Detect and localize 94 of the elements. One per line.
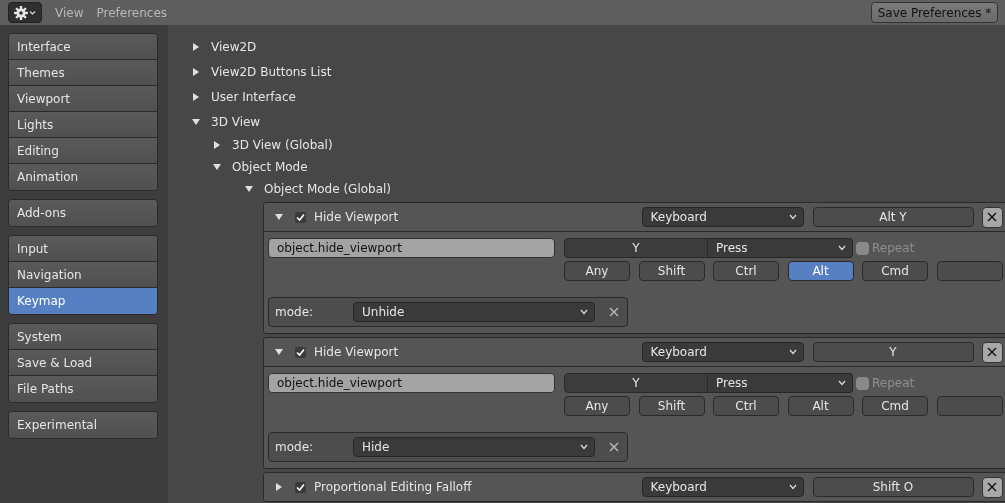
modifier-toggle[interactable]: Alt	[787, 396, 854, 416]
tree-label: User Interface	[211, 89, 296, 104]
remove-button[interactable]	[981, 341, 1003, 363]
modifier-toggle[interactable]: Alt	[787, 261, 854, 281]
modifier-toggle[interactable]: Ctrl	[713, 261, 779, 281]
sidebar-tab[interactable]: Navigation	[9, 262, 157, 288]
repeat-label: Repeat	[872, 241, 915, 255]
chevron-down-icon	[580, 444, 588, 450]
modifier-toggle[interactable]: Shift	[638, 396, 705, 416]
tree-item[interactable]: Object Mode	[168, 156, 1005, 178]
checkbox[interactable]	[295, 346, 306, 358]
disclosure-triangle-icon	[213, 141, 221, 149]
shortcut-button[interactable]: Alt Y	[812, 207, 974, 227]
chevron-down-icon	[580, 309, 588, 315]
chevron-down-icon	[788, 484, 797, 490]
disclosure-triangle-icon	[192, 67, 200, 76]
sidebar-tab[interactable]: Save & Load	[9, 350, 157, 376]
tree-item[interactable]: User Interface	[168, 84, 1005, 109]
input-type-dropdown[interactable]: Keyboard	[641, 207, 804, 227]
expand-arrow-icon[interactable]	[275, 213, 283, 221]
input-type-dropdown[interactable]: Keyboard	[641, 342, 804, 362]
keymap-item-name: Hide Viewport	[314, 345, 400, 359]
disclosure-triangle-icon	[245, 185, 253, 193]
tree-item[interactable]: 3D View (Global)	[168, 134, 1005, 156]
event-dropdown[interactable]: Press	[708, 238, 853, 258]
tree-item[interactable]: View2D Buttons List	[168, 59, 1005, 84]
key-modifier-field[interactable]	[936, 396, 1003, 416]
sidebar-tab[interactable]: Interface	[9, 34, 157, 60]
modifier-toggle[interactable]: Ctrl	[713, 396, 779, 416]
tree-label: Object Mode	[232, 160, 308, 174]
close-icon	[987, 482, 997, 492]
tree-label: 3D View	[211, 114, 261, 129]
close-icon[interactable]	[609, 307, 619, 317]
sidebar-tab[interactable]: File Paths	[9, 376, 157, 402]
tree-label: Object Mode (Global)	[264, 182, 392, 196]
input-type-dropdown[interactable]: Keyboard	[641, 477, 804, 497]
tree-item[interactable]: View2D	[168, 34, 1005, 59]
sidebar-tab[interactable]: Viewport	[9, 86, 157, 112]
close-icon	[987, 212, 997, 222]
expand-arrow-icon[interactable]	[275, 483, 283, 491]
sidebar-tab[interactable]: Add-ons	[9, 200, 157, 226]
tree-item[interactable]: Object Mode (Global)	[168, 178, 1005, 200]
modifier-toggle[interactable]: Cmd	[862, 261, 928, 281]
sidebar-tab[interactable]: Editing	[9, 138, 157, 164]
sidebar-tab[interactable]: Themes	[9, 60, 157, 86]
repeat-label: Repeat	[872, 376, 915, 390]
shortcut-button[interactable]: Y	[812, 342, 974, 362]
disclosure-triangle-icon	[192, 42, 200, 51]
key-button[interactable]: Y	[564, 373, 708, 393]
repeat-checkbox[interactable]	[856, 241, 869, 255]
sidebar-tab[interactable]: System	[9, 324, 157, 350]
disclosure-triangle-icon	[192, 92, 200, 101]
key-button[interactable]: Y	[564, 238, 708, 258]
sidebar-tab[interactable]: Animation	[9, 164, 157, 190]
property-dropdown[interactable]: Hide	[353, 437, 595, 457]
keymap-item-name: Hide Viewport	[314, 210, 400, 224]
tree-label: View2D Buttons List	[211, 64, 332, 79]
repeat-checkbox[interactable]	[856, 376, 869, 390]
property-label: mode:	[275, 440, 315, 454]
tree-label: View2D	[211, 39, 257, 54]
property-dropdown[interactable]: Unhide	[353, 302, 595, 322]
key-modifier-field[interactable]	[936, 261, 1003, 281]
remove-button[interactable]	[981, 206, 1003, 228]
event-dropdown[interactable]: Press	[708, 373, 853, 393]
close-icon	[987, 347, 997, 357]
gear-icon	[13, 4, 37, 21]
modifier-toggle[interactable]: Any	[564, 261, 630, 281]
tree-label: 3D View (Global)	[232, 138, 333, 152]
property-label: mode:	[275, 305, 315, 319]
remove-button[interactable]	[981, 476, 1003, 498]
editor-type-button[interactable]	[8, 2, 42, 23]
chevron-down-icon	[788, 214, 797, 220]
keymap-item-name: Proportional Editing Falloff	[314, 480, 473, 494]
modifier-toggle[interactable]: Any	[564, 396, 630, 416]
expand-arrow-icon[interactable]	[275, 348, 283, 356]
modifier-toggle[interactable]: Shift	[638, 261, 705, 281]
sidebar-tab[interactable]: Experimental	[9, 412, 157, 438]
disclosure-triangle-icon	[192, 117, 200, 126]
operator-field[interactable]: object.hide_viewport	[268, 373, 555, 393]
disclosure-triangle-icon	[213, 163, 221, 171]
tree-item[interactable]: 3D View	[168, 109, 1005, 134]
operator-field[interactable]: object.hide_viewport	[268, 238, 555, 258]
chevron-down-icon	[838, 380, 846, 386]
sidebar-tab[interactable]: Input	[9, 236, 157, 262]
sidebar-tab[interactable]: Lights	[9, 112, 157, 138]
chevron-down-icon	[788, 349, 797, 355]
sidebar-tab[interactable]: Keymap	[9, 288, 157, 314]
checkbox[interactable]	[295, 211, 306, 223]
close-icon[interactable]	[609, 442, 619, 452]
shortcut-button[interactable]: Shift O	[812, 477, 974, 497]
checkbox[interactable]	[295, 481, 306, 493]
chevron-down-icon	[838, 245, 846, 251]
save-preferences-button[interactable]: Save Preferences *	[871, 2, 998, 23]
modifier-toggle[interactable]: Cmd	[862, 396, 928, 416]
